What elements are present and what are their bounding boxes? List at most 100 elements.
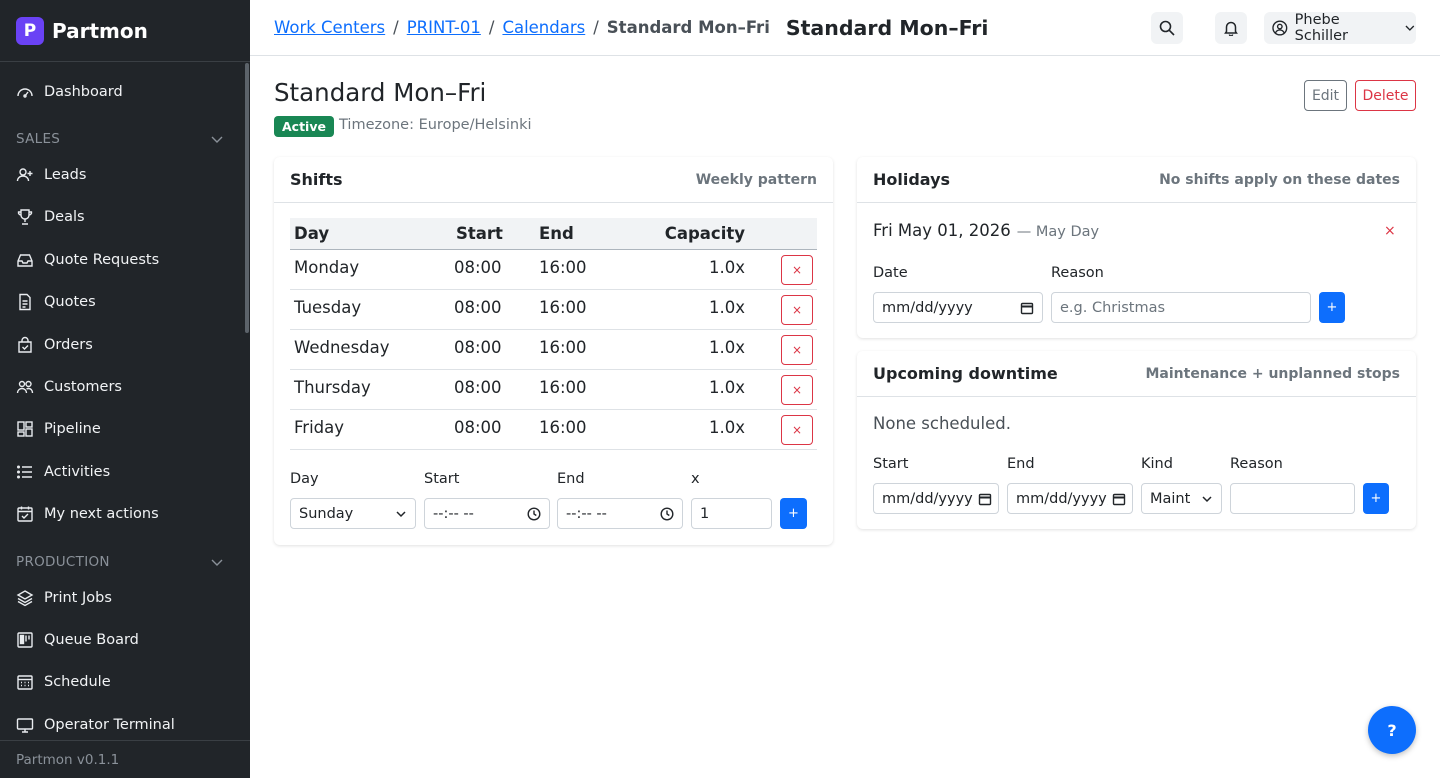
- breadcrumb-current: Standard Mon–Fri: [606, 18, 770, 37]
- remove-shift-button[interactable]: ×: [781, 335, 813, 365]
- shift-start: 08:00: [454, 258, 502, 277]
- trophy-icon: [17, 209, 33, 225]
- holidays-card-header: Holidays No shifts apply on these dates: [857, 157, 1416, 203]
- chevron-down-icon: [396, 510, 406, 517]
- sidebar-item-label: Activities: [44, 464, 111, 480]
- day-select[interactable]: Sunday: [290, 498, 416, 529]
- sidebar-item-activities[interactable]: Activities: [0, 452, 244, 492]
- calendar-icon: [978, 493, 992, 505]
- table-row: Friday 08:00 16:00 1.0x ×: [290, 410, 817, 450]
- sidebar-item-label: Orders: [44, 337, 93, 353]
- downtime-end-input[interactable]: mm/dd/yyyy, --:-- --: [1007, 483, 1133, 514]
- add-holiday-button[interactable]: +: [1319, 292, 1345, 323]
- chevron-down-icon: [1202, 495, 1212, 502]
- grid-icon: [17, 421, 33, 437]
- notifications-button[interactable]: [1215, 12, 1247, 44]
- chevron-down-icon: [211, 136, 223, 143]
- start-time-placeholder: --:-- --: [433, 505, 474, 522]
- timezone-text: Timezone: Europe/Helsinki: [339, 117, 532, 133]
- status-badge: Active: [274, 116, 334, 137]
- chevron-down-icon: [1405, 25, 1415, 31]
- search-icon: [1159, 20, 1175, 36]
- list-icon: [17, 465, 32, 479]
- breadcrumb: Work Centers / PRINT-01 / Calendars / St…: [274, 18, 770, 37]
- add-shift-button[interactable]: +: [780, 498, 807, 529]
- breadcrumb-calendars[interactable]: Calendars: [502, 18, 585, 37]
- sidebar-item-label: Customers: [44, 379, 122, 395]
- breadcrumb-separator: /: [488, 18, 495, 37]
- sidebar-item-quotes[interactable]: Quotes: [0, 282, 244, 322]
- sidebar-item-my-next-actions[interactable]: My next actions: [0, 494, 244, 534]
- delete-button[interactable]: Delete: [1355, 80, 1416, 111]
- downtime-end-label: End: [1007, 456, 1035, 472]
- downtime-kind-select[interactable]: Maintenance: [1141, 483, 1222, 514]
- sidebar-item-label: Print Jobs: [44, 590, 112, 606]
- shift-capacity: 1.0x: [708, 298, 745, 317]
- breadcrumb-work-centers[interactable]: Work Centers: [274, 18, 385, 37]
- sidebar-item-label: Pipeline: [44, 421, 101, 437]
- production-section-header[interactable]: PRODUCTION: [0, 554, 244, 570]
- holiday-reason-input[interactable]: e.g. Christmas: [1051, 292, 1311, 323]
- sidebar-item-operator-terminal[interactable]: Operator Terminal: [0, 705, 244, 740]
- sidebar-item-customers[interactable]: Customers: [0, 367, 244, 407]
- breadcrumb-print-01[interactable]: PRINT-01: [407, 18, 481, 37]
- remove-shift-button[interactable]: ×: [781, 255, 813, 285]
- sidebar-item-deals[interactable]: Deals: [0, 197, 244, 237]
- shift-end: 16:00: [539, 258, 587, 277]
- capacity-label: x: [691, 471, 700, 487]
- sidebar-item-pipeline[interactable]: Pipeline: [0, 409, 244, 449]
- remove-holiday-button[interactable]: ×: [1384, 223, 1396, 239]
- shift-end: 16:00: [539, 418, 587, 437]
- shift-start: 08:00: [454, 338, 502, 357]
- end-time-placeholder: --:-- --: [566, 505, 607, 522]
- table-row: Thursday 08:00 16:00 1.0x ×: [290, 370, 817, 410]
- sidebar-item-dashboard[interactable]: Dashboard: [0, 72, 244, 112]
- capacity-input-value: 1: [700, 505, 710, 522]
- column-header-start: Start: [456, 224, 503, 243]
- sidebar-item-leads[interactable]: Leads: [0, 155, 244, 195]
- sidebar-item-queue-board[interactable]: Queue Board: [0, 620, 244, 660]
- sidebar-item-schedule[interactable]: Schedule: [0, 662, 244, 702]
- sidebar-item-quote-requests[interactable]: Quote Requests: [0, 240, 244, 280]
- sidebar-scrollbar[interactable]: [245, 63, 249, 333]
- people-icon: [16, 380, 34, 394]
- user-menu[interactable]: Phebe Schiller: [1264, 12, 1416, 44]
- shift-day: Tuesday: [294, 298, 362, 317]
- sidebar-item-print-jobs[interactable]: Print Jobs: [0, 578, 244, 618]
- table-row: Monday 08:00 16:00 1.0x ×: [290, 250, 817, 290]
- sales-section-header[interactable]: SALES: [0, 131, 244, 147]
- help-button[interactable]: ?: [1368, 706, 1416, 754]
- bell-icon: [1224, 21, 1238, 36]
- shift-capacity: 1.0x: [708, 338, 745, 357]
- end-time-input[interactable]: --:-- --: [557, 498, 683, 529]
- remove-shift-button[interactable]: ×: [781, 295, 813, 325]
- holiday-date-input[interactable]: mm/dd/yyyy: [873, 292, 1043, 323]
- start-time-input[interactable]: --:-- --: [424, 498, 550, 529]
- monitor-icon: [16, 718, 34, 733]
- holiday-name: — May Day: [1016, 224, 1100, 240]
- add-downtime-button[interactable]: +: [1363, 483, 1389, 514]
- holiday-date-placeholder: mm/dd/yyyy: [882, 299, 973, 316]
- downtime-kind-value: Maintenance: [1150, 490, 1190, 507]
- sidebar-item-orders[interactable]: Orders: [0, 325, 244, 365]
- holiday-reason-placeholder: e.g. Christmas: [1060, 299, 1166, 316]
- capacity-input[interactable]: 1: [691, 498, 772, 529]
- downtime-start-input[interactable]: mm/dd/yyyy, --:-- --: [873, 483, 999, 514]
- holidays-subtitle: No shifts apply on these dates: [1159, 171, 1400, 188]
- shift-capacity: 1.0x: [708, 418, 745, 437]
- brand[interactable]: P Partmon: [0, 0, 250, 62]
- sidebar-item-label: Operator Terminal: [44, 717, 175, 733]
- search-button[interactable]: [1151, 12, 1183, 44]
- remove-shift-button[interactable]: ×: [781, 375, 813, 405]
- edit-button[interactable]: Edit: [1304, 80, 1347, 111]
- downtime-reason-input[interactable]: [1230, 483, 1355, 514]
- sidebar-nav: Dashboard SALES Leads Deals Quote Reques…: [0, 63, 250, 740]
- remove-shift-button[interactable]: ×: [781, 415, 813, 445]
- holidays-title: Holidays: [873, 170, 951, 189]
- shifts-card: Shifts Weekly pattern Day Start End Capa…: [274, 157, 833, 545]
- file-icon: [19, 293, 31, 311]
- bag-icon: [18, 336, 32, 353]
- downtime-start-placeholder: mm/dd/yyyy, --:-- --: [882, 490, 974, 507]
- reason-label: Reason: [1051, 265, 1104, 281]
- brand-name: Partmon: [52, 18, 148, 43]
